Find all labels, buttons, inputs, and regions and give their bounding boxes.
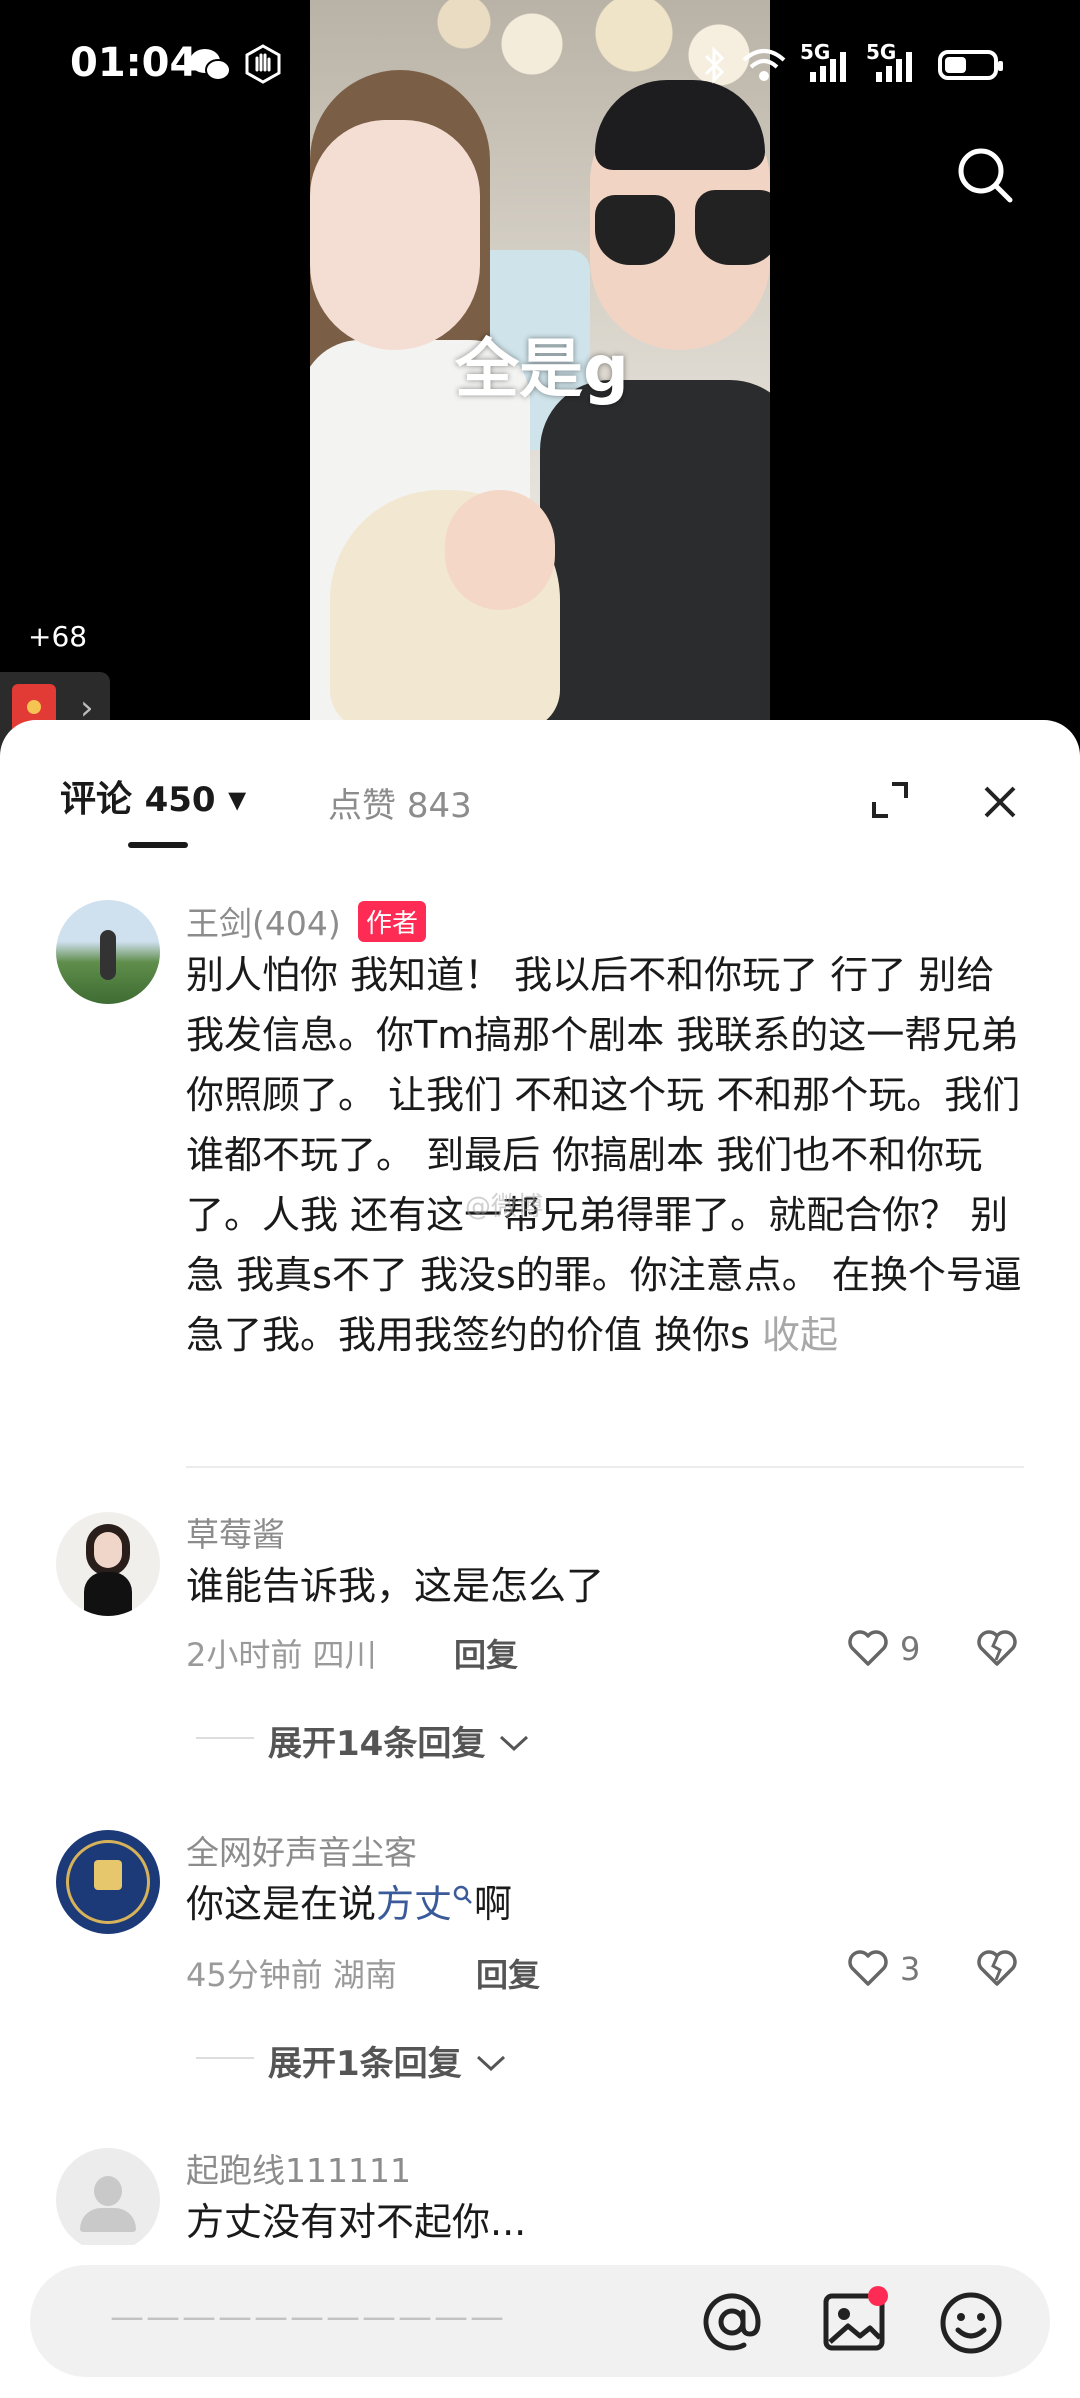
sunglasses [595,195,675,265]
heart-icon[interactable] [846,1948,890,1988]
red-packet-count: +68 [28,620,88,653]
avatar[interactable] [56,900,160,1004]
person-face [310,120,480,350]
comment-body: 别人怕你 我知道！ 我以后不和你玩了 行了 别给我发信息。你Tm搞那个剧本 我联… [186,953,1022,1357]
comment-meta: 45分钟前 湖南 [186,1950,397,1996]
avatar-body [84,1572,132,1616]
comment-username[interactable]: 草莓酱 [186,1508,285,1556]
battery-icon [938,50,1003,80]
comment-text: 方丈没有对不起你... [186,2200,527,2244]
wechat-icon [190,49,231,81]
tab-likes-count: 843 [406,786,472,826]
emoji-icon[interactable] [938,2290,1004,2356]
hand-icon [245,44,281,84]
chevron-down-icon [476,2055,505,2072]
avatar-face [94,1532,122,1568]
bluetooth-icon [704,46,725,84]
person-body [540,380,770,740]
wifi-icon [742,49,786,81]
avatar[interactable] [56,1830,160,1934]
reply-button[interactable]: 回复 [476,1950,540,1996]
search-icon[interactable] [452,1884,474,1908]
signal-5g-icon [810,52,846,82]
expand-replies-label: 展开14条回复 [268,1724,486,1764]
tab-comments-label: 评论 [60,779,133,820]
comment-meta: 2小时前 四川 [186,1630,377,1676]
reply-button[interactable]: 回复 [454,1630,518,1676]
dislike-icon[interactable] [975,1628,1019,1668]
tab-likes-label: 点赞 [328,786,396,826]
search-link[interactable]: 方丈 [376,1882,452,1926]
comment-username[interactable]: 王剑(404) [186,897,341,945]
expand-replies-button[interactable]: 展开1条回复 [268,2036,508,2085]
tab-comments-count: 450 [144,780,216,820]
like-count: 9 [900,1630,921,1668]
avatar-emblem [94,1860,122,1890]
comment-input-placeholder: ——————————— [110,2297,506,2337]
comment-time: 2小时前 [186,1636,303,1674]
expand-replies-label: 展开1条回复 [268,2044,462,2084]
avatar-body [80,2208,136,2232]
comment-username[interactable]: 起跑线111111 [186,2144,411,2192]
collapse-link[interactable]: 收起 [762,1313,838,1357]
close-icon[interactable] [980,782,1020,822]
comment-text-after: 啊 [474,1882,513,1926]
comment-text: 谁能告诉我，这是怎么了 [186,1564,605,1608]
avatar-figure [100,930,116,980]
search-icon[interactable] [955,145,1015,205]
chevron-down-icon [500,1735,529,1752]
battery-level [945,57,966,73]
comment-username[interactable]: 全网好声音尘客 [186,1826,417,1874]
avatar-head [94,2176,122,2206]
tab-active-indicator [128,842,188,848]
notification-dot [868,2286,888,2306]
author-badge: 作者 [358,901,427,942]
baby-face [445,490,555,610]
comment-text: 你这是在说方丈啊 [186,1874,512,1934]
comment-text: 别人怕你 我知道！ 我以后不和你玩了 行了 别给我发信息。你Tm搞那个剧本 我联… [186,945,1026,1365]
at-mention-icon[interactable] [700,2290,764,2354]
status-time: 01:04 [70,40,198,86]
signal-5g-icon [876,52,912,82]
expand-replies-button[interactable]: 展开14条回复 [268,1716,531,1765]
comment-text-before: 你这是在说 [186,1882,377,1926]
comment-location: 湖南 [332,1956,397,1994]
expand-icon[interactable] [870,780,910,820]
dislike-icon[interactable] [975,1948,1019,1988]
chevron-down-icon[interactable]: ▾ [228,779,246,820]
video-caption: 全是g [455,333,629,407]
avatar[interactable] [56,2148,160,2252]
watermark: @微博 [465,1192,544,1222]
comment-location: 四川 [312,1636,377,1674]
tab-likes[interactable]: 点赞 843 [328,778,472,827]
divider [186,1466,1024,1468]
sunglasses [695,190,770,265]
avatar[interactable] [56,1512,160,1616]
divider [196,2057,254,2059]
heart-icon[interactable] [846,1628,890,1668]
divider [196,1737,254,1739]
like-count: 3 [900,1950,921,1988]
tab-comments[interactable]: 评论 450 ▾ [60,770,246,822]
comment-time: 45分钟前 [186,1956,323,1994]
